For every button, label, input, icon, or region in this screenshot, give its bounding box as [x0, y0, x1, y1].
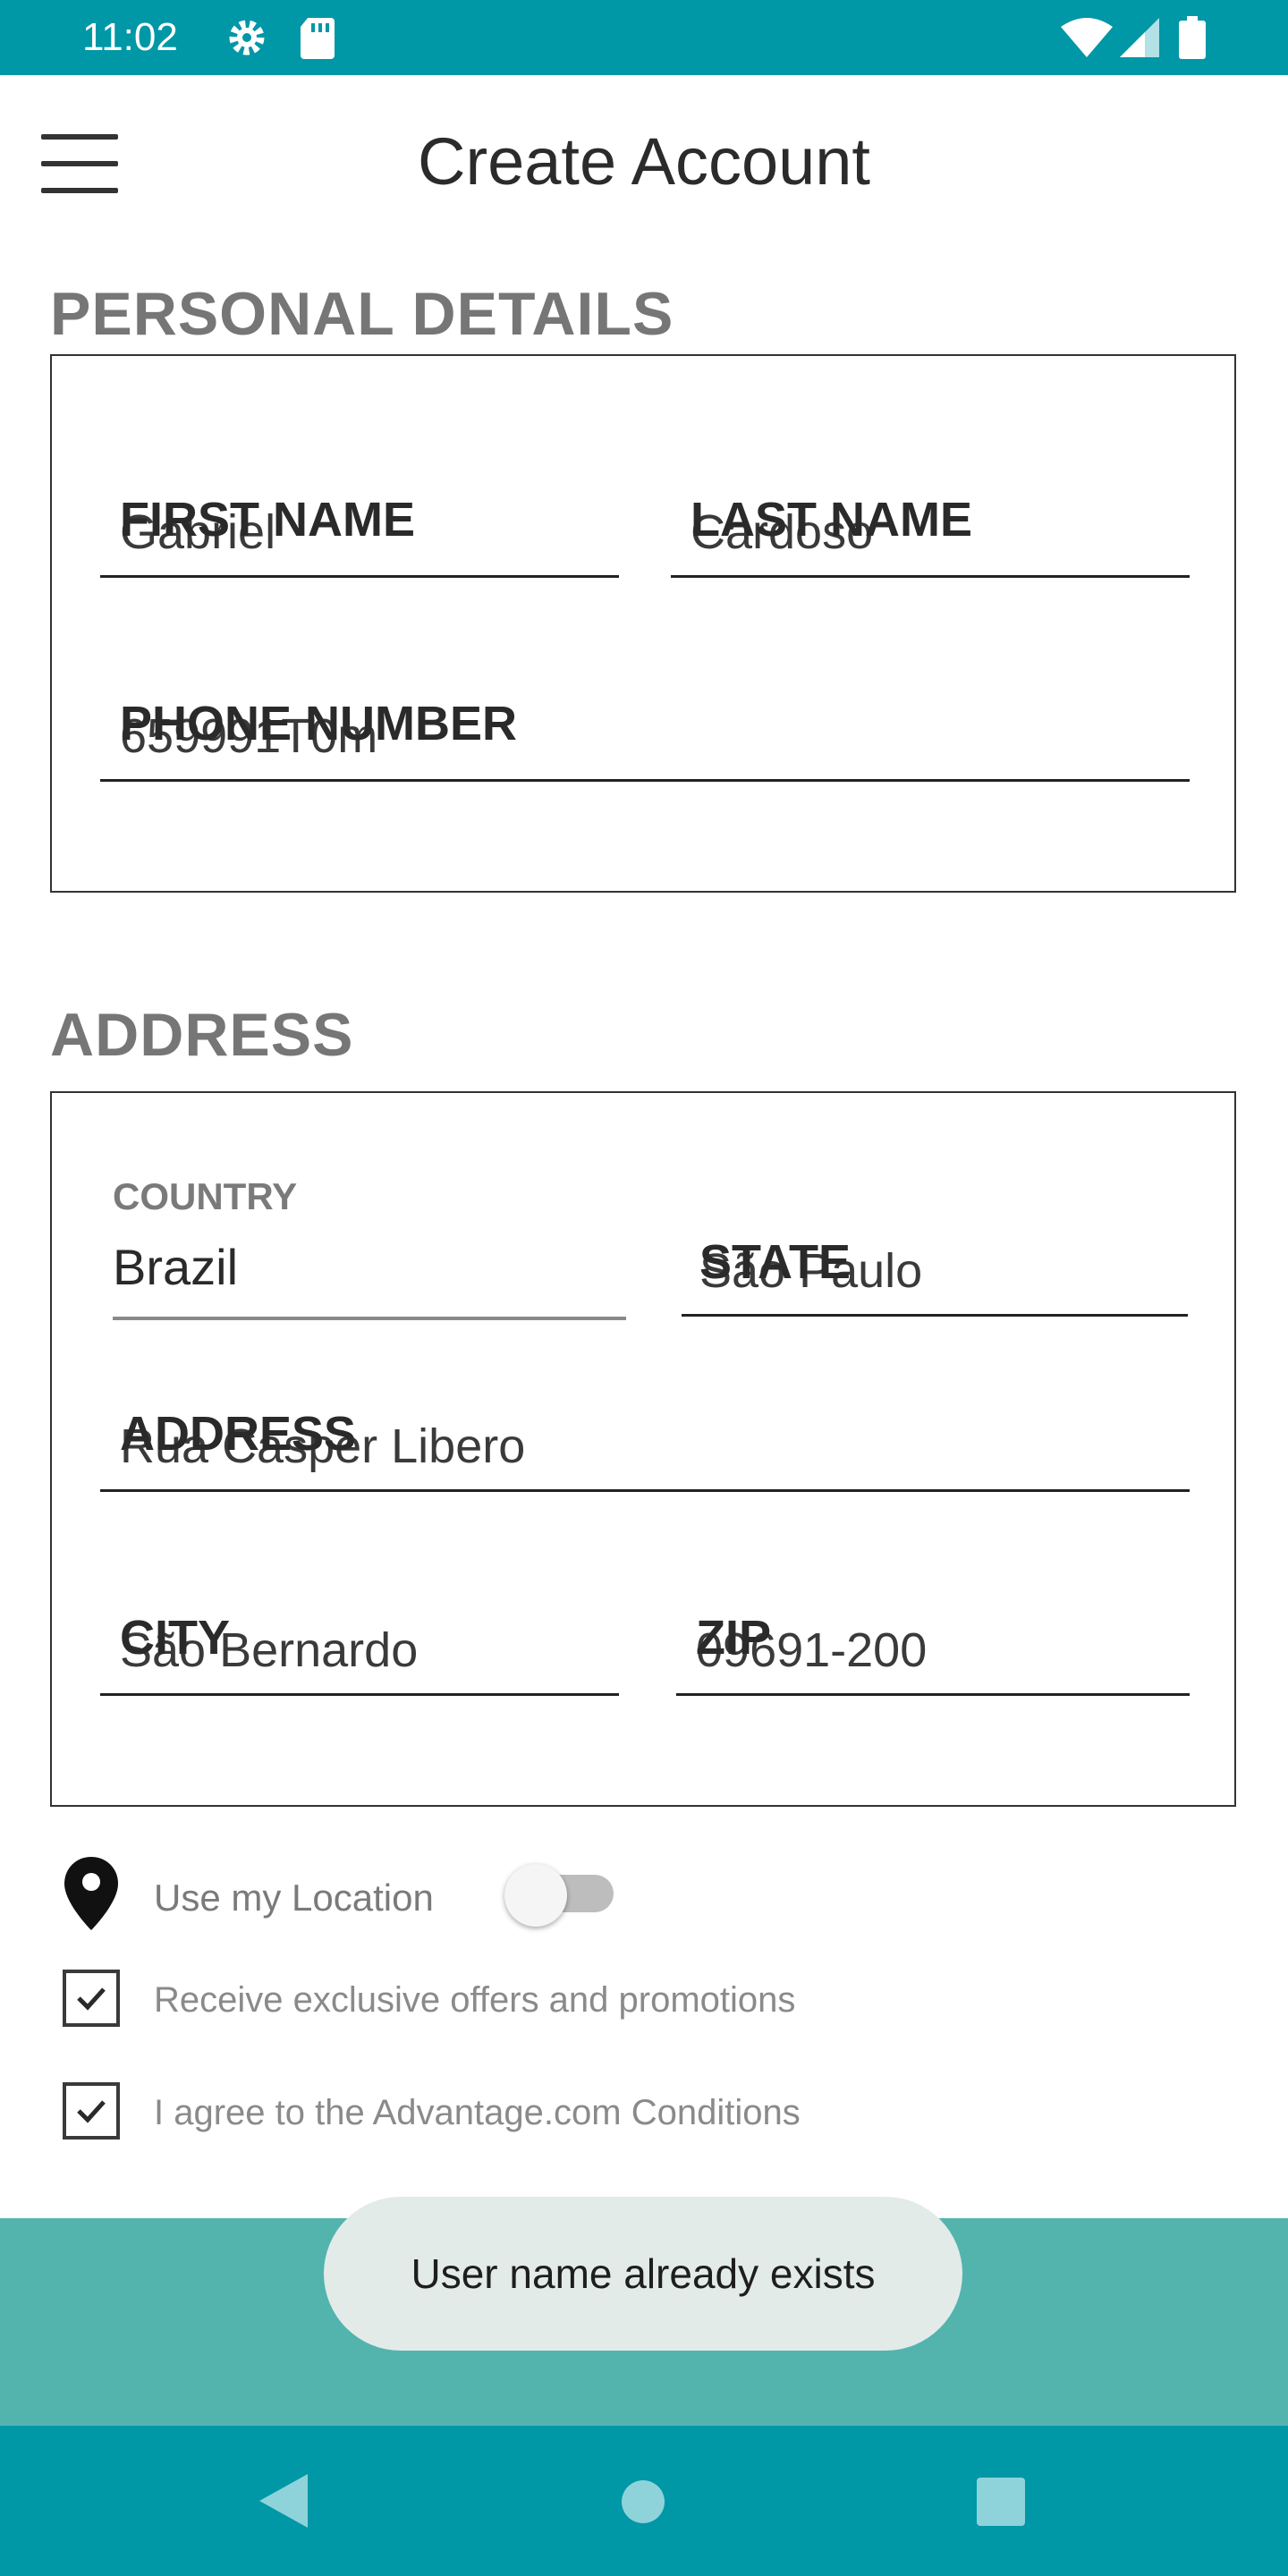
page-title: Create Account: [418, 124, 870, 199]
app-bar: Create Account: [0, 75, 1288, 254]
offers-checkbox[interactable]: [63, 1970, 120, 2027]
phone-number-label: PHONE NUMBER: [120, 697, 518, 750]
settings-icon: [225, 16, 268, 64]
personal-details-heading: PERSONAL DETAILS: [50, 280, 674, 348]
location-pin-icon: [64, 1857, 118, 1935]
first-name-field[interactable]: Gabriel FIRST NAME: [100, 472, 619, 578]
personal-details-card: Gabriel FIRST NAME Cardoso LAST NAME 659…: [50, 354, 1236, 893]
city-field[interactable]: São Bernardo CITY: [100, 1589, 619, 1696]
offers-row: Receive exclusive offers and promotions: [59, 1968, 1222, 2034]
wifi-icon: [1061, 16, 1113, 64]
address-label: ADDRESS: [120, 1407, 357, 1461]
zip-field[interactable]: 09691-200 ZIP: [676, 1589, 1190, 1696]
status-bar: 11:02: [0, 0, 1288, 75]
last-name-field[interactable]: Cardoso LAST NAME: [671, 472, 1190, 578]
sd-card-icon: [299, 16, 336, 64]
state-field[interactable]: São Paulo STATE: [682, 1200, 1188, 1317]
cellular-signal-icon: [1120, 16, 1159, 64]
recents-icon[interactable]: [977, 2478, 1025, 2530]
use-location-label: Use my Location: [154, 1877, 434, 1919]
system-nav-bar: [0, 2426, 1288, 2576]
state-label: STATE: [699, 1235, 851, 1289]
last-name-label: LAST NAME: [691, 493, 972, 547]
use-location-row: Use my Location: [59, 1857, 1222, 1937]
status-time: 11:02: [82, 15, 178, 59]
use-location-toggle[interactable]: [504, 1857, 615, 1934]
country-label: COUNTRY: [113, 1175, 298, 1217]
toast-message: User name already exists: [324, 2197, 962, 2351]
conditions-checkbox[interactable]: [63, 2082, 120, 2140]
phone-number-field[interactable]: 659991T0m PHONE NUMBER: [100, 674, 1190, 782]
country-value: Brazil: [113, 1239, 239, 1295]
battery-icon: [1179, 16, 1206, 64]
zip-label: ZIP: [696, 1611, 772, 1665]
conditions-label: I agree to the Advantage.com Conditions: [154, 2093, 801, 2132]
address-heading: ADDRESS: [50, 1001, 354, 1069]
country-select[interactable]: COUNTRY Brazil: [113, 1175, 626, 1320]
address-card: COUNTRY Brazil São Paulo STATE Rua Caspe…: [50, 1091, 1236, 1807]
home-icon[interactable]: [621, 2479, 665, 2529]
offers-label: Receive exclusive offers and promotions: [154, 1980, 796, 2020]
address-field[interactable]: Rua Casper Libero ADDRESS: [100, 1385, 1190, 1492]
first-name-label: FIRST NAME: [120, 493, 415, 547]
city-label: CITY: [120, 1611, 231, 1665]
back-icon[interactable]: [259, 2474, 308, 2532]
conditions-row: I agree to the Advantage.com Conditions: [59, 2080, 1222, 2147]
